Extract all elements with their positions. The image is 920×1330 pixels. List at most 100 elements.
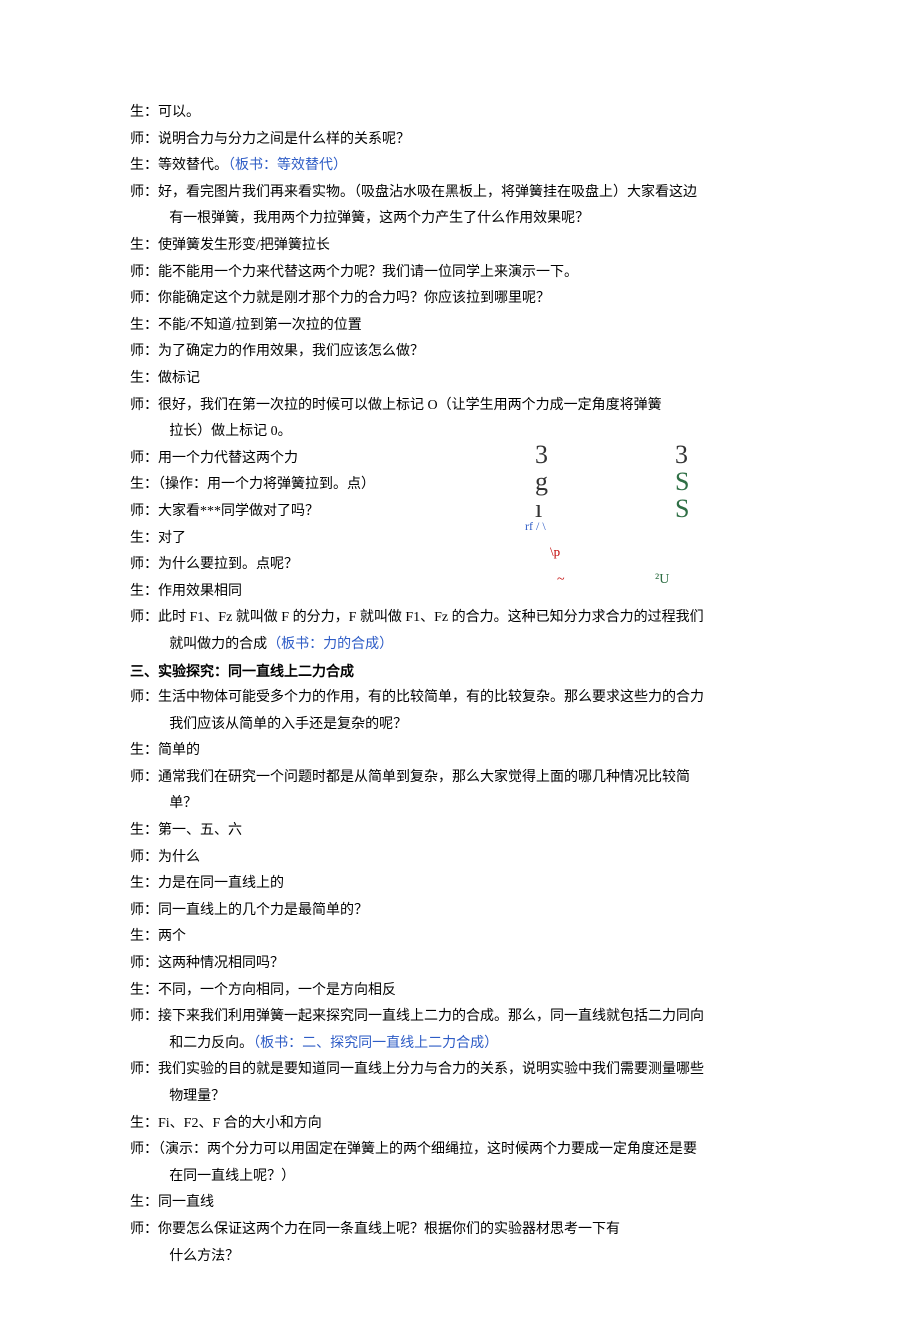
line-text: 我们应该从简单的入手还是复杂的呢？ [169, 717, 407, 732]
speaker-label: 生： [130, 876, 158, 891]
line-text: 接下来我们利用弹簧一起来探究同一直线上二力的合成。那么，同一直线就包括二力同向 [158, 1009, 704, 1024]
dialogue-line: 生：简单的 [130, 738, 800, 765]
dialogue-line: 师：你能确定这个力就是刚才那个力的合力吗？你应该拉到哪里呢？ [130, 286, 800, 313]
speaker-label: 师： [130, 770, 158, 785]
line-text: 你要怎么保证这两个力在同一条直线上呢？根据你们的实验器材思考一下有 [158, 1222, 620, 1237]
line-text: 这两种情况相同吗？ [158, 956, 284, 971]
line-text: 对了 [158, 531, 186, 546]
line-text: 等效替代。 [158, 158, 228, 173]
dialogue-line: 师：能不能用一个力来代替这两个力呢？我们请一位同学上来演示一下。 [130, 260, 800, 287]
dialogue-line: 师：好，看完图片我们再来看实物。（吸盘沾水吸在黑板上，将弹簧挂在吸盘上）大家看这… [130, 180, 800, 207]
dialogue-line: 生：力是在同一直线上的 [130, 871, 800, 898]
line-text: 很好，我们在第一次拉的时候可以做上标记 O（让学生用两个力成一定角度将弹簧 [158, 398, 662, 413]
dialogue-line: 在同一直线上呢？） [130, 1164, 800, 1191]
dialogue-line: 师：接下来我们利用弹簧一起来探究同一直线上二力的合成。那么，同一直线就包括二力同… [130, 1004, 800, 1031]
dialogue-line: 师：同一直线上的几个力是最简单的？ [130, 898, 800, 925]
speaker-label: 生： [130, 823, 158, 838]
speaker-label: 生： [130, 531, 158, 546]
dialogue-line: 师：为什么要拉到。点呢？ [130, 552, 800, 579]
dialogue-line: 师：为什么 [130, 845, 800, 872]
line-text: 不能/不知道/拉到第一次拉的位置 [158, 318, 362, 333]
line-text: 两个 [158, 929, 186, 944]
document-body: 3 g ı rf / \ \p ~ 3 S S ²U 生：可以。师：说明合力与分… [130, 100, 800, 1270]
dialogue-line: 师：很好，我们在第一次拉的时候可以做上标记 O（让学生用两个力成一定角度将弹簧 [130, 393, 800, 420]
dialogue-line: 生：不同，一个方向相同，一个是方向相反 [130, 978, 800, 1005]
speaker-label: 师： [130, 185, 158, 200]
line-text: 为什么要拉到。点呢？ [158, 557, 298, 572]
line-text: 作用效果相同 [158, 584, 242, 599]
dialogue-line: 生：作用效果相同 [130, 579, 800, 606]
speaker-label: 生： [130, 371, 158, 386]
speaker-label: 师： [130, 690, 158, 705]
speaker-label: 师： [130, 132, 158, 147]
speaker-label: 师： [130, 1062, 158, 1077]
dialogue-line: 和二力反向。（板书：二、探究同一直线上二力合成） [130, 1031, 800, 1058]
dialogue-line: 师：生活中物体可能受多个力的作用，有的比较简单，有的比较复杂。那么要求这些力的合… [130, 685, 800, 712]
dialogue-line: 生：同一直线 [130, 1190, 800, 1217]
line-text: Fi、F2、F 合的大小和方向 [158, 1116, 322, 1131]
dialogue-line: 生：第一、五、六 [130, 818, 800, 845]
dialogue-line: 生：做标记 [130, 366, 800, 393]
dialogue-line: 我们应该从简单的入手还是复杂的呢？ [130, 712, 800, 739]
speaker-label: 生： [130, 477, 158, 492]
speaker-label: 生： [130, 584, 158, 599]
line-text: 单？ [169, 796, 197, 811]
speaker-label: 生： [130, 929, 158, 944]
speaker-label: 生： [130, 743, 158, 758]
line-text: 你能确定这个力就是刚才那个力的合力吗？你应该拉到哪里呢？ [158, 291, 550, 306]
line-text: 同一直线上的几个力是最简单的？ [158, 903, 368, 918]
speaker-label: 生： [130, 1116, 158, 1131]
dialogue-line: 有一根弹簧，我用两个力拉弹簧，这两个力产生了什么作用效果呢？ [130, 206, 800, 233]
dialogue-line: 生：使弹簧发生形变/把弹簧拉长 [130, 233, 800, 260]
line-text: 和二力反向。 [169, 1036, 253, 1051]
dialogue-line: 生：对了 [130, 526, 800, 553]
speaker-label: 师： [130, 1142, 158, 1157]
line-text: 说明合力与分力之间是什么样的关系呢？ [158, 132, 410, 147]
speaker-label: 生： [130, 318, 158, 333]
dialogue-line: 生：等效替代。（板书：等效替代） [130, 153, 800, 180]
dialogue-line: 师：说明合力与分力之间是什么样的关系呢？ [130, 127, 800, 154]
speaker-label: 生： [130, 983, 158, 998]
speaker-label: 师： [130, 956, 158, 971]
line-text: 我们实验的目的就是要知道同一直线上分力与合力的关系，说明实验中我们需要测量哪些 [158, 1062, 704, 1077]
dialogue-line: 师：（演示：两个分力可以用固定在弹簧上的两个细绳拉，这时候两个力要成一定角度还是… [130, 1137, 800, 1164]
board-note: （板书：等效替代） [228, 158, 347, 173]
line-text: 为什么 [158, 850, 200, 865]
dialogue-line: 师：此时 F1、Fz 就叫做 F 的分力，F 就叫做 F1、Fz 的合力。这种已… [130, 605, 800, 632]
dialogue-line: 生：可以。 [130, 100, 800, 127]
speaker-label: 生： [130, 105, 158, 120]
line-text: 拉长）做上标记 0。 [169, 424, 292, 439]
speaker-label: 师： [130, 1009, 158, 1024]
line-text: 此时 F1、Fz 就叫做 F 的分力，F 就叫做 F1、Fz 的合力。这种已知分… [158, 610, 704, 625]
line-text: 大家看***同学做对了吗？ [158, 504, 319, 519]
line-text: 好，看完图片我们再来看实物。（吸盘沾水吸在黑板上，将弹簧挂在吸盘上）大家看这边 [158, 185, 697, 200]
line-text: 有一根弹簧，我用两个力拉弹簧，这两个力产生了什么作用效果呢？ [169, 211, 589, 226]
dialogue-line: 就叫做力的合成（板书：力的合成） [130, 632, 800, 659]
line-text: 为了确定力的作用效果，我们应该怎么做？ [158, 344, 424, 359]
board-note: （板书：力的合成） [267, 637, 393, 652]
dialogue-line: 生：Fi、F2、F 合的大小和方向 [130, 1111, 800, 1138]
speaker-label: 师： [130, 610, 158, 625]
dialogue-line: 生：（操作：用一个力将弹簧拉到。点） [130, 472, 800, 499]
dialogue-line: 拉长）做上标记 0。 [130, 419, 800, 446]
line-text: 通常我们在研究一个问题时都是从简单到复杂，那么大家觉得上面的哪几种情况比较简 [158, 770, 690, 785]
dialogue-line: 单？ [130, 791, 800, 818]
line-text: 能不能用一个力来代替这两个力呢？我们请一位同学上来演示一下。 [158, 265, 578, 280]
speaker-label: 生： [130, 1195, 158, 1210]
line-text: 同一直线 [158, 1195, 214, 1210]
speaker-label: 师： [130, 850, 158, 865]
speaker-label: 师： [130, 1222, 158, 1237]
line-text: （演示：两个分力可以用固定在弹簧上的两个细绳拉，这时候两个力要成一定角度还是要 [158, 1142, 697, 1157]
speaker-label: 师： [130, 504, 158, 519]
line-text: 用一个力代替这两个力 [158, 451, 298, 466]
dialogue-line: 师：用一个力代替这两个力 [130, 446, 800, 473]
dialogue-line: 师：你要怎么保证这两个力在同一条直线上呢？根据你们的实验器材思考一下有 [130, 1217, 800, 1244]
speaker-label: 师： [130, 344, 158, 359]
line-text: 在同一直线上呢？） [169, 1169, 295, 1184]
dialogue-line: 师：大家看***同学做对了吗？ [130, 499, 800, 526]
speaker-label: 师： [130, 291, 158, 306]
dialogue-line: 师：为了确定力的作用效果，我们应该怎么做？ [130, 339, 800, 366]
line-text: 力是在同一直线上的 [158, 876, 284, 891]
dialogue-line: 生：不能/不知道/拉到第一次拉的位置 [130, 313, 800, 340]
speaker-label: 生： [130, 158, 158, 173]
